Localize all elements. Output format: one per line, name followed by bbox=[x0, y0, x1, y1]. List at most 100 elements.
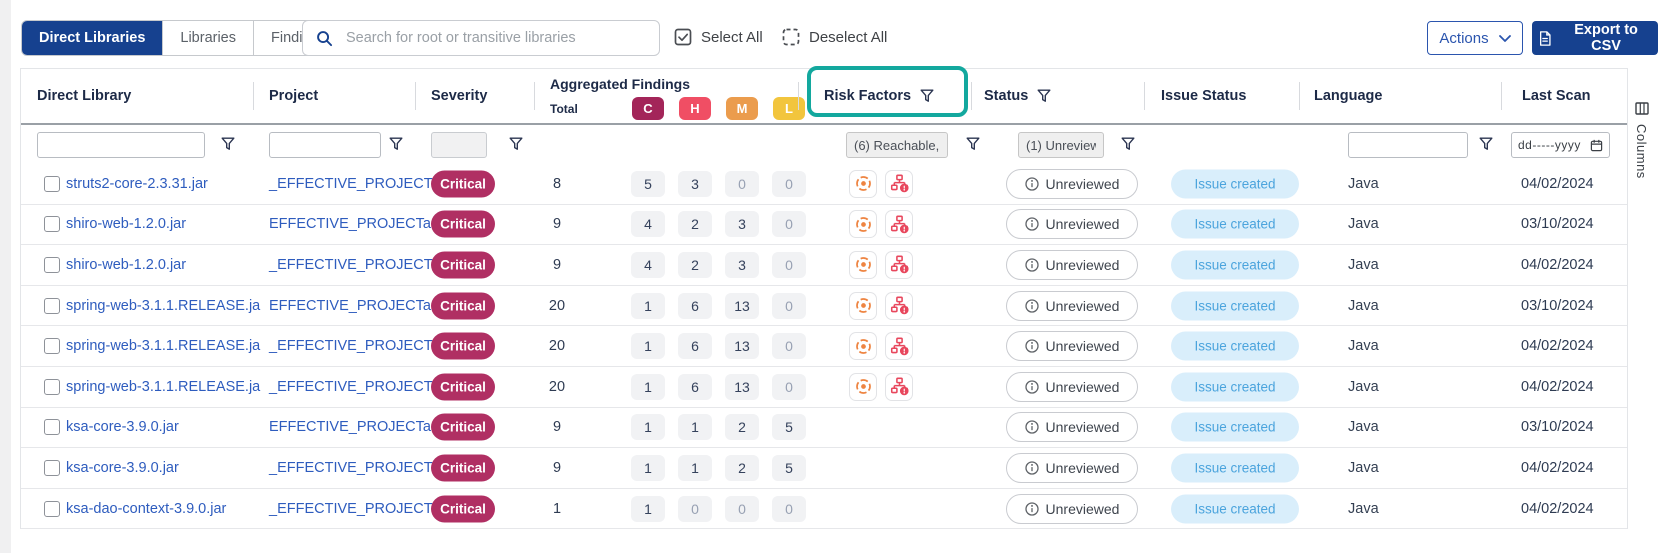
low-count: 5 bbox=[772, 414, 806, 440]
critical-count: 1 bbox=[631, 455, 665, 481]
last-scan-date-filter[interactable]: dd-----yyyy bbox=[1511, 132, 1610, 158]
row-checkbox[interactable] bbox=[44, 379, 60, 395]
library-link[interactable]: ksa-dao-context-3.9.0.jar bbox=[66, 501, 226, 517]
issue-status-badge[interactable]: Issue created bbox=[1171, 291, 1299, 320]
risk-factors-filter-input[interactable] bbox=[846, 132, 948, 158]
project-link[interactable]: EFFECTIVE_PROJECTa bbox=[269, 298, 431, 314]
export-to-csv-button[interactable]: Export to CSV bbox=[1532, 21, 1658, 55]
issue-status-badge[interactable]: Issue created bbox=[1171, 453, 1299, 482]
reachable-target-icon[interactable] bbox=[849, 332, 877, 360]
issue-status-badge[interactable]: Issue created bbox=[1171, 250, 1299, 279]
col-header-last-scan[interactable]: Last Scan bbox=[1522, 69, 1591, 123]
row-checkbox[interactable] bbox=[44, 176, 60, 192]
tab-libraries[interactable]: Libraries bbox=[163, 21, 254, 55]
deselect-all-button[interactable]: Deselect All bbox=[782, 28, 887, 46]
col-header-aggregated-findings: Aggregated Findings bbox=[550, 76, 690, 92]
filter-icon[interactable] bbox=[1479, 137, 1493, 151]
row-checkbox[interactable] bbox=[44, 216, 60, 232]
filter-icon[interactable] bbox=[389, 137, 403, 151]
exploitable-hierarchy-alert-icon[interactable] bbox=[885, 292, 913, 320]
severity-badge: Critical bbox=[431, 373, 495, 400]
reachable-target-icon[interactable] bbox=[849, 292, 877, 320]
low-count: 0 bbox=[772, 211, 806, 237]
library-link[interactable]: spring-web-3.1.1.RELEASE.ja bbox=[66, 338, 260, 354]
col-header-risk-factors[interactable]: Risk Factors bbox=[824, 69, 934, 123]
table-row: struts2-core-2.3.31.jar _EFFECTIVE_PROJE… bbox=[21, 164, 1627, 205]
col-header-severity[interactable]: Severity bbox=[431, 69, 487, 123]
filter-icon[interactable] bbox=[509, 137, 523, 151]
row-checkbox[interactable] bbox=[44, 460, 60, 476]
columns-panel-toggle[interactable]: Columns bbox=[1634, 102, 1649, 179]
status-filter-input[interactable] bbox=[1018, 132, 1104, 158]
status-pill[interactable]: Unreviewed bbox=[1006, 169, 1138, 199]
status-pill[interactable]: Unreviewed bbox=[1006, 250, 1138, 280]
exploitable-hierarchy-alert-icon[interactable] bbox=[885, 332, 913, 360]
exploitable-hierarchy-alert-icon[interactable] bbox=[885, 373, 913, 401]
filter-icon[interactable] bbox=[920, 89, 934, 103]
exploitable-hierarchy-alert-icon[interactable] bbox=[885, 170, 913, 198]
filter-icon[interactable] bbox=[1037, 89, 1051, 103]
reachable-target-icon[interactable] bbox=[849, 251, 877, 279]
status-pill[interactable]: Unreviewed bbox=[1006, 412, 1138, 442]
row-checkbox[interactable] bbox=[44, 419, 60, 435]
project-link[interactable]: _EFFECTIVE_PROJECTb bbox=[269, 460, 441, 476]
project-link[interactable]: EFFECTIVE_PROJECTa bbox=[269, 216, 431, 232]
search-input[interactable] bbox=[344, 29, 646, 47]
issue-status-badge[interactable]: Issue created bbox=[1171, 332, 1299, 361]
library-link[interactable]: ksa-core-3.9.0.jar bbox=[66, 460, 179, 476]
project-link[interactable]: _EFFECTIVE_PROJECTb bbox=[269, 338, 441, 354]
status-pill[interactable]: Unreviewed bbox=[1006, 209, 1138, 239]
status-pill[interactable]: Unreviewed bbox=[1006, 331, 1138, 361]
issue-status-badge[interactable]: Issue created bbox=[1171, 413, 1299, 442]
library-link[interactable]: spring-web-3.1.1.RELEASE.ja bbox=[66, 379, 260, 395]
reachable-target-icon[interactable] bbox=[849, 373, 877, 401]
high-count: 6 bbox=[678, 374, 712, 400]
column-divider bbox=[1501, 82, 1502, 110]
row-checkbox[interactable] bbox=[44, 338, 60, 354]
direct-library-filter-input[interactable] bbox=[37, 132, 205, 158]
column-divider bbox=[1144, 82, 1145, 110]
filter-icon[interactable] bbox=[1121, 137, 1135, 151]
row-checkbox[interactable] bbox=[44, 501, 60, 517]
project-link[interactable]: _EFFECTIVE_PROJECTb bbox=[269, 501, 441, 517]
filter-icon[interactable] bbox=[966, 137, 980, 151]
library-link[interactable]: spring-web-3.1.1.RELEASE.ja bbox=[66, 298, 260, 314]
project-link[interactable]: _EFFECTIVE_PROJECTb bbox=[269, 176, 441, 192]
exploitable-hierarchy-alert-icon[interactable] bbox=[885, 210, 913, 238]
reachable-target-icon[interactable] bbox=[849, 210, 877, 238]
select-all-button[interactable]: Select All bbox=[674, 28, 763, 46]
status-pill[interactable]: Unreviewed bbox=[1006, 291, 1138, 321]
library-link[interactable]: shiro-web-1.2.0.jar bbox=[66, 216, 186, 232]
reachable-target-icon[interactable] bbox=[849, 170, 877, 198]
project-filter-input[interactable] bbox=[269, 132, 381, 158]
status-pill[interactable]: Unreviewed bbox=[1006, 453, 1138, 483]
project-link[interactable]: _EFFECTIVE_PROJECTb bbox=[269, 379, 441, 395]
library-link[interactable]: ksa-core-3.9.0.jar bbox=[66, 419, 179, 435]
language-filter-input[interactable] bbox=[1348, 132, 1468, 158]
actions-button[interactable]: Actions bbox=[1427, 21, 1523, 55]
issue-status-badge[interactable]: Issue created bbox=[1171, 372, 1299, 401]
library-link[interactable]: struts2-core-2.3.31.jar bbox=[66, 176, 208, 192]
tab-direct-libraries[interactable]: Direct Libraries bbox=[22, 21, 163, 55]
library-link[interactable]: shiro-web-1.2.0.jar bbox=[66, 257, 186, 273]
critical-count: 5 bbox=[631, 171, 665, 197]
status-label: Unreviewed bbox=[1046, 257, 1120, 273]
info-icon bbox=[1025, 177, 1039, 191]
col-header-status[interactable]: Status bbox=[984, 69, 1051, 123]
row-checkbox[interactable] bbox=[44, 298, 60, 314]
filter-icon[interactable] bbox=[221, 137, 235, 151]
issue-status-badge[interactable]: Issue created bbox=[1171, 210, 1299, 239]
row-checkbox[interactable] bbox=[44, 257, 60, 273]
status-pill[interactable]: Unreviewed bbox=[1006, 372, 1138, 402]
col-header-language[interactable]: Language bbox=[1314, 69, 1382, 123]
col-header-project[interactable]: Project bbox=[269, 69, 318, 123]
col-header-direct-library[interactable]: Direct Library bbox=[37, 69, 131, 123]
col-header-issue-status[interactable]: Issue Status bbox=[1161, 69, 1246, 123]
project-link[interactable]: _EFFECTIVE_PROJECTb bbox=[269, 257, 441, 273]
status-pill[interactable]: Unreviewed bbox=[1006, 494, 1138, 524]
project-link[interactable]: EFFECTIVE_PROJECTa bbox=[269, 419, 431, 435]
exploitable-hierarchy-alert-icon[interactable] bbox=[885, 251, 913, 279]
issue-status-badge[interactable]: Issue created bbox=[1171, 169, 1299, 198]
status-label: Unreviewed bbox=[1046, 379, 1120, 395]
issue-status-badge[interactable]: Issue created bbox=[1171, 494, 1299, 523]
